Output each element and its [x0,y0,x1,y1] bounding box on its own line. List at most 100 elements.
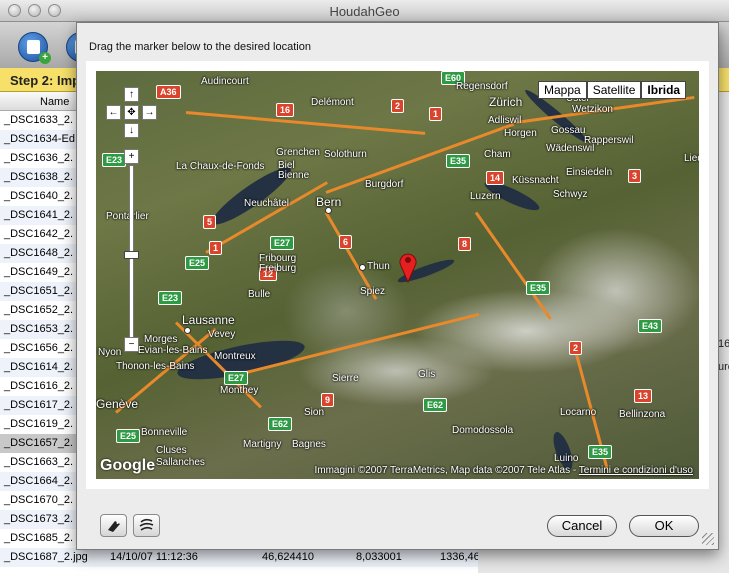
route-badge: 2 [391,99,405,113]
route-badge: E35 [588,445,613,459]
tag-icon [108,521,120,532]
road [474,211,552,320]
add-photos-button[interactable]: + [18,32,51,64]
table-cell-name: _DSC1685_2. [4,532,74,544]
pan-up-button[interactable]: ↑ [124,87,139,102]
table-cell-name: _DSC1663_2. [4,456,74,468]
zoom-in-button[interactable]: + [124,149,139,164]
table-cell-date: 14/10/07 11:12:36 [110,551,198,563]
route-badge: E35 [446,154,471,168]
city-dot [184,327,191,334]
town-label: Cham [484,149,511,160]
pan-left-button[interactable]: ← [106,105,121,120]
pan-down-button[interactable]: ↓ [124,123,139,138]
copyright-text: Immagini ©2007 TerraMetrics, Map data ©2… [314,465,579,476]
town-label: Martigny [243,439,282,450]
route-badge: A36 [156,85,181,99]
window-title: HoudahGeo [329,4,400,19]
map-type-mappa-button[interactable]: Mappa [538,81,587,99]
pan-center-button[interactable]: ✥ [124,105,139,120]
town-label: Spiez [360,286,386,297]
route-badge: E25 [185,256,210,270]
town-label: Bagnes [292,439,326,450]
town-label: Bulle [248,289,271,300]
route-badge: E35 [526,281,551,295]
table-cell-name: _DSC1649_2. [4,266,74,278]
table-row[interactable]: _DSC1687_2.jpg 14/10/07 11:12:36 46,6244… [0,548,478,567]
table-cell-name: _DSC1648_2. [4,247,74,259]
zoom-slider-thumb[interactable] [124,251,139,259]
right-pane-text: 16 [718,338,729,350]
route-badge: 13 [634,389,653,403]
table-cell-name: _DSC1687_2.jpg [4,551,88,563]
town-label: Domodossola [452,425,514,436]
town-label: Luino [554,453,579,464]
right-pane-text: ure [718,361,729,373]
town-label: Thun [367,261,390,272]
table-cell-latitude: 46,624410 [262,551,314,563]
google-logo-text: Google [100,457,156,474]
table-cell-name: _DSC1642_2. [4,228,74,240]
table-cell-name: _DSC1656_2. [4,342,74,354]
instruction-text: Drag the marker below to the desired loc… [89,41,311,53]
town-label: Evian-les-Bains [138,345,208,356]
route-badge: 5 [203,215,217,229]
town-label: Locarno [560,407,597,418]
town-label: Bellinzona [619,409,666,420]
table-cell-longitude: 8,033001 [356,551,402,563]
town-label: Wetzikon [572,104,613,115]
town-label: Lausanne [182,313,235,327]
route-badge: 6 [339,235,353,249]
table-cell-name: _DSC1657_2. [4,437,74,449]
town-label: Nyon [98,347,122,358]
table-cell-name: _DSC1652_2. [4,304,74,316]
route-badge: E62 [268,417,293,431]
table-cell-name: _DSC1641_2. [4,209,74,221]
track-icon [139,518,154,531]
route-badge: E25 [116,429,141,443]
resize-grip[interactable] [702,533,714,545]
route-badge: 16 [276,103,295,117]
table-cell-name: _DSC1636_2. [4,152,74,164]
town-label: Bonneville [141,427,188,438]
cancel-button[interactable]: Cancel [547,515,617,537]
map-frame: A36 16 2 1 E60 E35 14 3 5 1 E27 6 8 E25 … [86,61,709,489]
route-badge: 8 [458,237,472,251]
ok-button[interactable]: OK [629,515,699,537]
town-label: Pontarlier [106,211,149,222]
town-label: Neuchâtel [244,198,290,209]
terms-link[interactable]: Termini e condizioni d'uso [579,465,693,476]
city-dot [325,207,332,214]
town-label: Bienne [278,170,310,181]
map-type-satellite-button[interactable]: Satellite [586,81,642,99]
table-cell-name: _DSC1653_2. [4,323,74,335]
town-label: Thonon-les-Bains [116,361,195,372]
table-cell-name: _DSC1670_2. [4,494,74,506]
route-badge: 3 [628,169,642,183]
table-cell-name: _DSC1633_2. [4,114,74,126]
town-label: Lied [684,153,699,164]
map-type-ibrida-button[interactable]: Ibrida [641,81,687,99]
town-label: Genève [96,397,139,411]
route-badge: E27 [270,236,295,250]
map-copyright: Immagini ©2007 TerraMetrics, Map data ©2… [314,465,693,476]
town-label: Sion [304,407,325,418]
route-badge: 9 [321,393,335,407]
town-label: Schwyz [553,189,588,200]
step-label: Step 2: Imp [10,73,81,88]
table-cell-name: _DSC1651_2. [4,285,74,297]
route-badge: E43 [638,319,663,333]
table-cell-name: _DSC1634-Ed [4,133,75,145]
table-cell-altitude: 1336,46 [440,551,478,563]
table-cell-name: _DSC1619_2. [4,418,74,430]
pan-right-button[interactable]: → [142,105,157,120]
town-label: Einsiedeln [566,167,613,178]
column-header-name[interactable]: Name [40,96,69,108]
map-view[interactable]: A36 16 2 1 E60 E35 14 3 5 1 E27 6 8 E25 … [96,71,699,479]
track-button[interactable] [133,514,160,537]
location-marker-icon[interactable] [398,249,418,283]
route-badge: E27 [224,371,249,385]
tag-button[interactable] [100,514,127,537]
town-label: Audincourt [201,76,249,87]
zoom-out-button[interactable]: − [124,337,139,352]
